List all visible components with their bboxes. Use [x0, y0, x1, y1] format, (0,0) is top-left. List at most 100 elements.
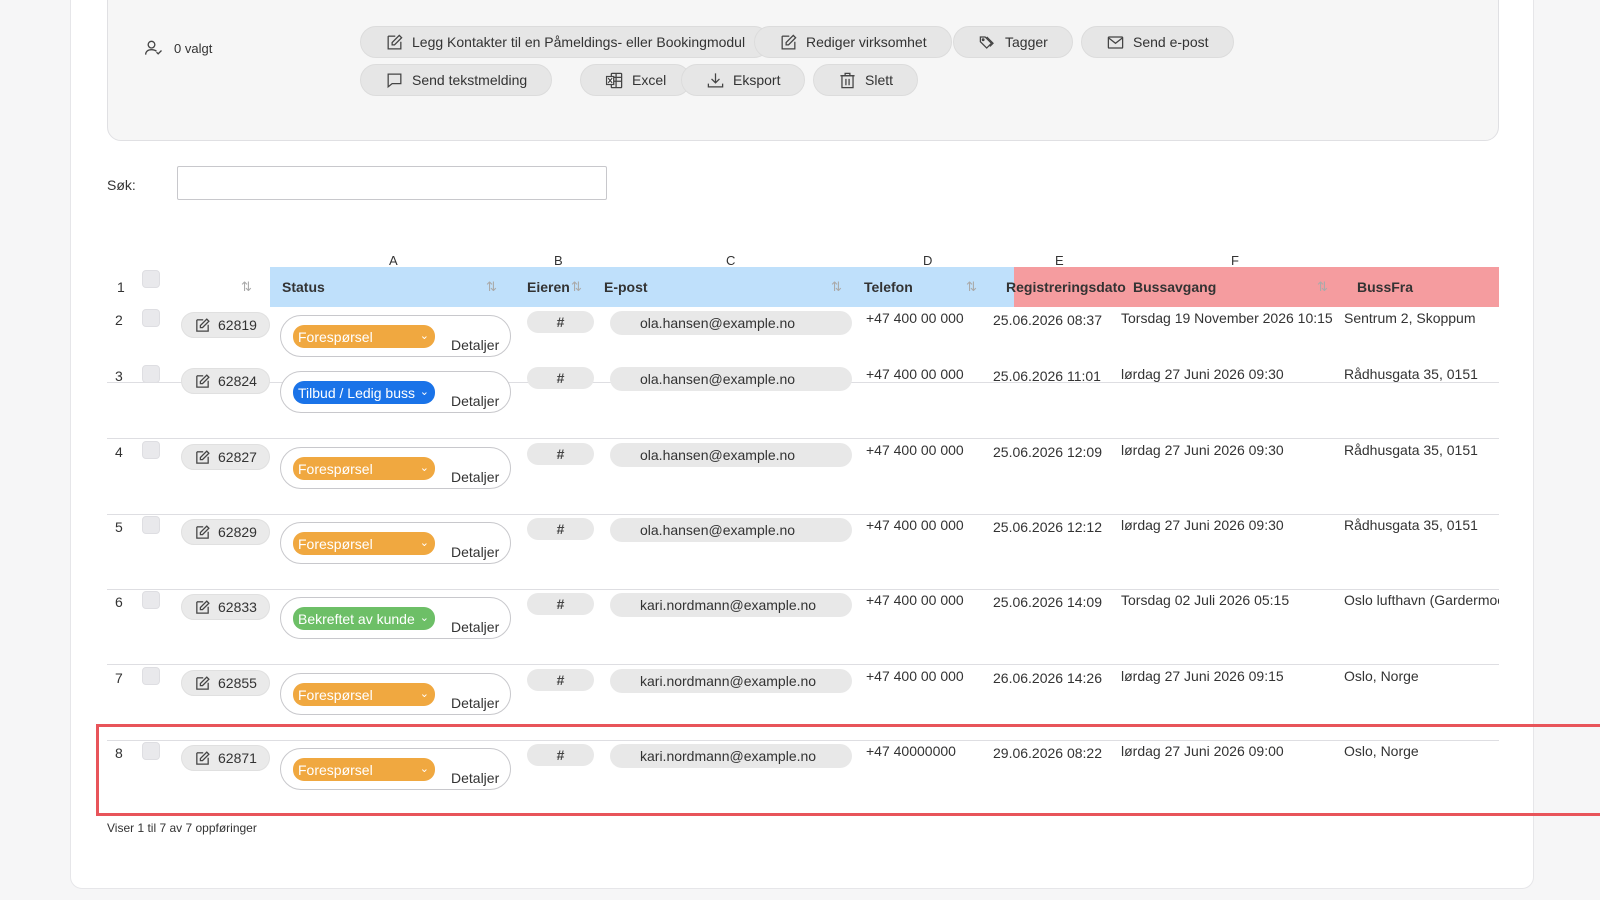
phone: +47 400 00 000 [866, 366, 964, 382]
record-id: 62824 [218, 373, 257, 389]
export-button[interactable]: Eksport [681, 64, 806, 96]
details-link[interactable]: Detaljer [451, 393, 499, 409]
table-row[interactable]: 8 62871 Forespørsel ⌄ Detaljer # kari.nordmann… [107, 740, 1499, 816]
email-badge[interactable]: ola.hansen@example.no [610, 311, 852, 335]
edit-record-button[interactable]: 62855 [181, 670, 270, 696]
edit-company-button[interactable]: Rediger virksomhet [754, 26, 952, 58]
registration-date: 25.06.2026 12:12 [993, 519, 1102, 535]
bus-from: Rådhusgata 35, 0151 [1344, 442, 1478, 458]
header-email[interactable]: E-post [604, 267, 648, 307]
search-input[interactable] [177, 166, 607, 200]
edit-icon [196, 317, 210, 332]
email-badge[interactable]: ola.hansen@example.no [610, 518, 852, 542]
row-checkbox[interactable] [142, 667, 160, 685]
row-number: 2 [115, 312, 123, 328]
table-row[interactable]: 3 62824 Tilbud / Ledig buss ⌄ Detaljer # ola.h… [107, 363, 1499, 439]
column-letter-b: B [554, 253, 563, 268]
selected-count: 0 valgt [144, 38, 212, 58]
status-select[interactable]: Bekreftet av kunde ⌄ [293, 607, 435, 630]
owner-badge[interactable]: # [527, 367, 594, 389]
status-select[interactable]: Forespørsel ⌄ [293, 532, 435, 555]
record-id: 62833 [218, 599, 257, 615]
email-badge[interactable]: ola.hansen@example.no [610, 367, 852, 391]
status-select[interactable]: Forespørsel ⌄ [293, 325, 435, 348]
send-email-button[interactable]: Send e-post [1081, 26, 1234, 58]
status-select[interactable]: Forespørsel ⌄ [293, 683, 435, 706]
send-sms-button[interactable]: Send tekstmelding [360, 64, 553, 96]
header-status[interactable]: Status [282, 267, 325, 307]
sort-icon[interactable]: ⇅ [966, 279, 977, 295]
bus-departure: Torsdag 02 Juli 2026 05:15 [1121, 592, 1290, 608]
phone: +47 400 00 000 [866, 310, 964, 326]
excel-button[interactable]: Excel [580, 64, 692, 96]
sort-icon[interactable]: ⇅ [831, 279, 842, 295]
table-row[interactable]: 7 62855 Forespørsel ⌄ Detaljer # kari.nordmann… [107, 665, 1499, 741]
header-departure[interactable]: Bussavgang [1133, 267, 1216, 307]
header-registered[interactable]: Registreringsdato [1006, 267, 1126, 307]
status-select[interactable]: Forespørsel ⌄ [293, 758, 435, 781]
edit-icon [196, 449, 210, 464]
sort-icon[interactable]: ⇅ [1317, 279, 1328, 295]
chevron-down-icon: ⌄ [419, 763, 429, 775]
details-link[interactable]: Detaljer [451, 337, 499, 353]
status-select[interactable]: Tilbud / Ledig buss ⌄ [293, 381, 435, 404]
row-checkbox[interactable] [142, 365, 160, 383]
edit-record-button[interactable]: 62824 [181, 368, 270, 394]
select-all-checkbox[interactable] [142, 270, 160, 288]
header-from[interactable]: BussFra [1357, 267, 1413, 307]
owner-badge[interactable]: # [527, 744, 594, 766]
details-link[interactable]: Detaljer [451, 770, 499, 786]
owner-badge[interactable]: # [527, 443, 594, 465]
email-badge[interactable]: kari.nordmann@example.no [610, 744, 852, 768]
table-row[interactable]: 4 62827 Forespørsel ⌄ Detaljer # ola.hansen@ex… [107, 439, 1499, 515]
sort-icon[interactable]: ⇅ [571, 279, 582, 295]
column-letter-a: A [389, 253, 398, 268]
owner-badge[interactable]: # [527, 669, 594, 691]
email-badge[interactable]: kari.nordmann@example.no [610, 593, 852, 617]
registration-date: 25.06.2026 14:09 [993, 594, 1102, 610]
details-link[interactable]: Detaljer [451, 619, 499, 635]
owner-badge[interactable]: # [527, 518, 594, 540]
status-cell: Forespørsel ⌄ Detaljer [280, 748, 511, 790]
header-owner[interactable]: Eieren [527, 267, 570, 307]
status-value: Forespørsel [298, 761, 373, 778]
status-cell: Bekreftet av kunde ⌄ Detaljer [280, 597, 511, 639]
header-phone[interactable]: Telefon [864, 267, 913, 307]
edit-record-button[interactable]: 62829 [181, 519, 270, 545]
tags-button[interactable]: Tagger [953, 26, 1073, 58]
status-cell: Forespørsel ⌄ Detaljer [280, 673, 511, 715]
row-checkbox[interactable] [142, 742, 160, 760]
edit-record-button[interactable]: 62827 [181, 444, 270, 470]
details-link[interactable]: Detaljer [451, 695, 499, 711]
edit-record-button[interactable]: 62871 [181, 745, 270, 771]
sort-icon[interactable]: ⇅ [241, 279, 252, 295]
edit-record-button[interactable]: 62819 [181, 312, 270, 338]
record-id: 62827 [218, 449, 257, 465]
bus-departure: lørdag 27 Juni 2026 09:30 [1121, 442, 1284, 458]
email-badge[interactable]: ola.hansen@example.no [610, 443, 852, 467]
add-contacts-to-module-button[interactable]: Legg Kontakter til en Påmeldings- eller … [360, 26, 771, 58]
row-checkbox[interactable] [142, 441, 160, 459]
row-checkbox[interactable] [142, 591, 160, 609]
table-row[interactable]: 5 62829 Forespørsel ⌄ Detaljer # ola.hansen@ex… [107, 514, 1499, 590]
email-badge[interactable]: kari.nordmann@example.no [610, 669, 852, 693]
details-link[interactable]: Detaljer [451, 469, 499, 485]
bus-departure: lørdag 27 Juni 2026 09:00 [1121, 743, 1284, 759]
chevron-down-icon: ⌄ [419, 330, 429, 342]
registration-date: 25.06.2026 12:09 [993, 444, 1102, 460]
row-checkbox[interactable] [142, 309, 160, 327]
row-checkbox[interactable] [142, 516, 160, 534]
status-select[interactable]: Forespørsel ⌄ [293, 457, 435, 480]
details-link[interactable]: Detaljer [451, 544, 499, 560]
row-number: 8 [115, 745, 123, 761]
phone: +47 400 00 000 [866, 517, 964, 533]
edit-record-button[interactable]: 62833 [181, 594, 270, 620]
table-row[interactable]: 6 62833 Bekreftet av kunde ⌄ Detaljer # kari.n… [107, 589, 1499, 665]
chevron-down-icon: ⌄ [419, 386, 429, 398]
owner-badge[interactable]: # [527, 593, 594, 615]
delete-button[interactable]: Slett [813, 64, 919, 96]
owner-badge[interactable]: # [527, 311, 594, 333]
row-number: 6 [115, 594, 123, 610]
status-value: Forespørsel [298, 686, 373, 703]
sort-icon[interactable]: ⇅ [486, 279, 497, 295]
